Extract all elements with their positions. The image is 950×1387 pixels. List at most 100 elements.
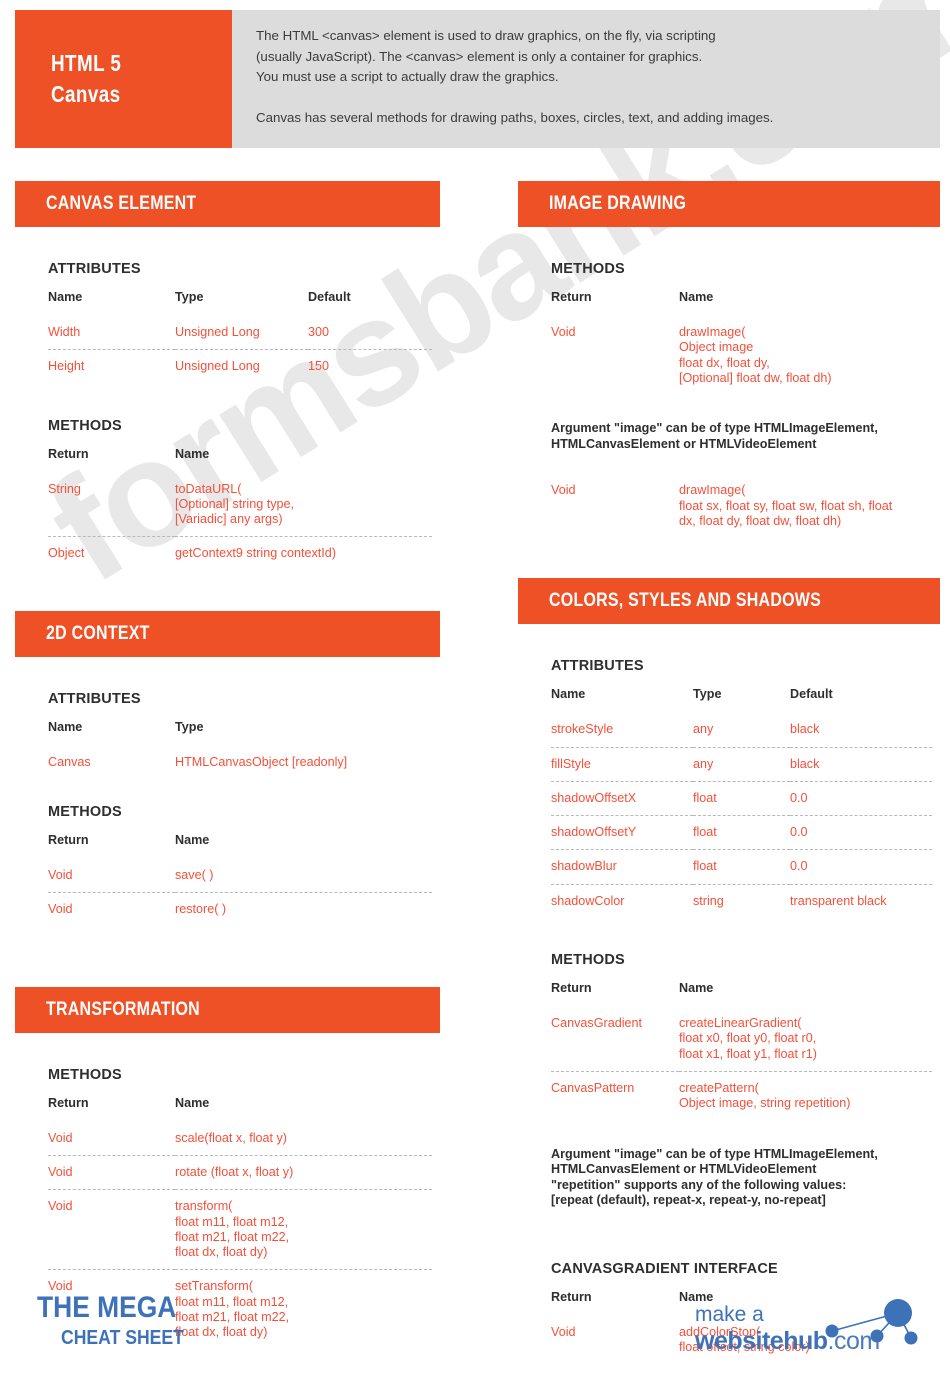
cell-type: Unsigned Long bbox=[175, 325, 260, 339]
cell-name: drawImage( Object image float dx, float … bbox=[679, 325, 832, 385]
table-header-row: Return Name bbox=[48, 833, 432, 859]
cell-name: setTransform( float m11, float m12, floa… bbox=[175, 1269, 432, 1350]
section-image-drawing: IMAGE DRAWING METHODS Return Name Void d… bbox=[518, 181, 940, 538]
cell-type: float bbox=[693, 849, 790, 885]
col-header-name: Name bbox=[175, 833, 210, 848]
col-header-default: Default bbox=[308, 290, 351, 304]
section-colors-styles-shadows: COLORS, STYLES AND SHADOWS ATTRIBUTES Na… bbox=[518, 578, 940, 1364]
table-row: shadowOffsetX float 0.0 bbox=[551, 780, 932, 816]
col-header-type: Type bbox=[693, 687, 722, 702]
cell-default: 0.0 bbox=[790, 780, 932, 816]
cell-default: 150 bbox=[308, 349, 432, 384]
cell-type: any bbox=[693, 746, 790, 782]
mega-logo-line-1: THE MEGA bbox=[37, 1291, 177, 1324]
section-header-image-drawing: IMAGE DRAWING bbox=[518, 181, 940, 227]
section-header-2d-context: 2D CONTEXT bbox=[15, 610, 440, 657]
section-title: TRANSFORMATION bbox=[46, 998, 200, 1020]
note-spacer bbox=[551, 452, 932, 474]
col-header-name: Name bbox=[175, 1095, 210, 1110]
cell-name: strokeStyle bbox=[551, 722, 614, 737]
table-header-row: Name Type Default bbox=[48, 290, 432, 316]
left-column: CANVAS ELEMENT ATTRIBUTES Name Type Defa… bbox=[15, 181, 440, 1350]
cell-default: 300 bbox=[308, 325, 330, 339]
cell-name: shadowBlur bbox=[551, 849, 693, 885]
group-title-attributes: ATTRIBUTES bbox=[48, 690, 141, 707]
network-nodes-icon bbox=[825, 1299, 918, 1345]
cell-name: Canvas bbox=[48, 754, 91, 769]
table-row: Object getContext9 string contextId) bbox=[48, 536, 432, 571]
table-canvas-attributes: Name Type Default Width Unsigned Long 30… bbox=[48, 290, 432, 384]
section-canvas-element: CANVAS ELEMENT ATTRIBUTES Name Type Defa… bbox=[15, 181, 440, 571]
table-row: Void rotate (float x, float y) bbox=[48, 1154, 432, 1190]
table-row: shadowOffsetY float 0.0 bbox=[551, 815, 932, 850]
cell-return: Void bbox=[48, 1189, 175, 1270]
cell-name: Height bbox=[48, 349, 175, 384]
table-row: CanvasPattern createPattern( Object imag… bbox=[551, 1070, 932, 1121]
cell-return: Void bbox=[48, 1154, 175, 1190]
col-header-type: Type bbox=[175, 290, 204, 304]
cell-return: Void bbox=[551, 483, 576, 498]
group-title-methods: METHODS bbox=[48, 804, 122, 821]
col-header-return: Return bbox=[551, 1289, 592, 1304]
mega-cheat-sheet-logo: THE MEGA CHEAT SHEET bbox=[37, 1292, 201, 1350]
table-header-row: Name Type bbox=[48, 720, 432, 746]
cell-name: getContext9 string contextId) bbox=[175, 536, 432, 571]
cell-default: 0.0 bbox=[790, 849, 932, 885]
mega-logo-line-2: CHEAT SHEET bbox=[61, 1326, 184, 1349]
table-row: Void transform( float m11, float m12, fl… bbox=[48, 1189, 432, 1270]
cell-name: shadowOffsetX bbox=[551, 780, 693, 816]
group-title-methods: METHODS bbox=[551, 952, 625, 969]
cell-return: Object bbox=[48, 536, 175, 571]
cell-name: rotate (float x, float y) bbox=[175, 1154, 432, 1190]
group-title-attributes: ATTRIBUTES bbox=[48, 261, 141, 277]
col-header-name: Name bbox=[175, 446, 210, 461]
table-context-attributes: Name Type Canvas HTMLCanvasObject [reado… bbox=[48, 720, 432, 779]
table-row: shadowColor string transparent black bbox=[551, 883, 932, 919]
page-title-line-1: HTML 5 bbox=[51, 49, 122, 76]
table-canvas-methods: Return Name String toDataURL( [Optional]… bbox=[48, 447, 432, 571]
cell-name: fillStyle bbox=[551, 746, 693, 782]
col-header-name: Name bbox=[679, 981, 714, 996]
page-title-box: HTML 5 Canvas bbox=[15, 10, 232, 148]
makeawebsitehub-logo[interactable]: make a websitehub.com bbox=[695, 1298, 930, 1370]
group-title-canvasgradient-interface: CANVASGRADIENT INTERFACE bbox=[551, 1260, 778, 1277]
cell-return: Void bbox=[48, 868, 73, 883]
header-paragraph-1: The HTML <canvas> element is used to dra… bbox=[256, 28, 716, 84]
note-image-argument: Argument "image" can be of type HTMLImag… bbox=[551, 421, 878, 451]
table-row: String toDataURL( [Optional] string type… bbox=[48, 473, 432, 537]
table-header-row: Return Name bbox=[48, 447, 432, 473]
table-header-row: Return Name bbox=[551, 290, 932, 316]
section-title: IMAGE DRAWING bbox=[549, 193, 687, 214]
section-2d-context: 2D CONTEXT ATTRIBUTES Name Type Canvas H… bbox=[15, 610, 440, 927]
table-row: Void drawImage( Object image float dx, f… bbox=[551, 316, 932, 395]
cell-name: transform( float m11, float m12, float m… bbox=[175, 1189, 432, 1270]
table-row: Height Unsigned Long 150 bbox=[48, 349, 432, 384]
table-header-row: Return Name bbox=[551, 981, 932, 1007]
group-title-methods: METHODS bbox=[551, 261, 625, 277]
table-context-methods: Return Name Void save( ) Void restore( ) bbox=[48, 833, 432, 927]
table-row: Canvas HTMLCanvasObject [readonly] bbox=[48, 746, 432, 779]
group-title-methods: METHODS bbox=[48, 417, 122, 434]
cell-return: CanvasGradient bbox=[551, 1016, 643, 1031]
cell-name: restore( ) bbox=[175, 892, 432, 927]
cell-name: shadowColor bbox=[551, 883, 693, 919]
cell-type: any bbox=[693, 722, 714, 737]
col-header-return: Return bbox=[48, 833, 89, 848]
cell-return: CanvasPattern bbox=[551, 1070, 679, 1121]
table-image-drawing-methods: Return Name Void drawImage( Object image… bbox=[551, 290, 932, 395]
group-title-methods: METHODS bbox=[48, 1066, 122, 1083]
cell-default: black bbox=[790, 746, 932, 782]
cell-type: float bbox=[693, 815, 790, 850]
cell-name: scale(float x, float y) bbox=[175, 1130, 287, 1145]
section-title: 2D CONTEXT bbox=[46, 622, 150, 644]
group-title-attributes: ATTRIBUTES bbox=[551, 658, 644, 675]
cell-name: drawImage( float sx, float sy, float sw,… bbox=[679, 483, 893, 528]
table-row: Void scale(float x, float y) bbox=[48, 1122, 432, 1156]
cell-name: toDataURL( [Optional] string type, [Vari… bbox=[175, 481, 295, 527]
cell-type: float bbox=[693, 780, 790, 816]
cell-return: Void bbox=[551, 1324, 576, 1339]
col-header-return: Return bbox=[551, 981, 592, 996]
cell-return: String bbox=[48, 481, 81, 496]
